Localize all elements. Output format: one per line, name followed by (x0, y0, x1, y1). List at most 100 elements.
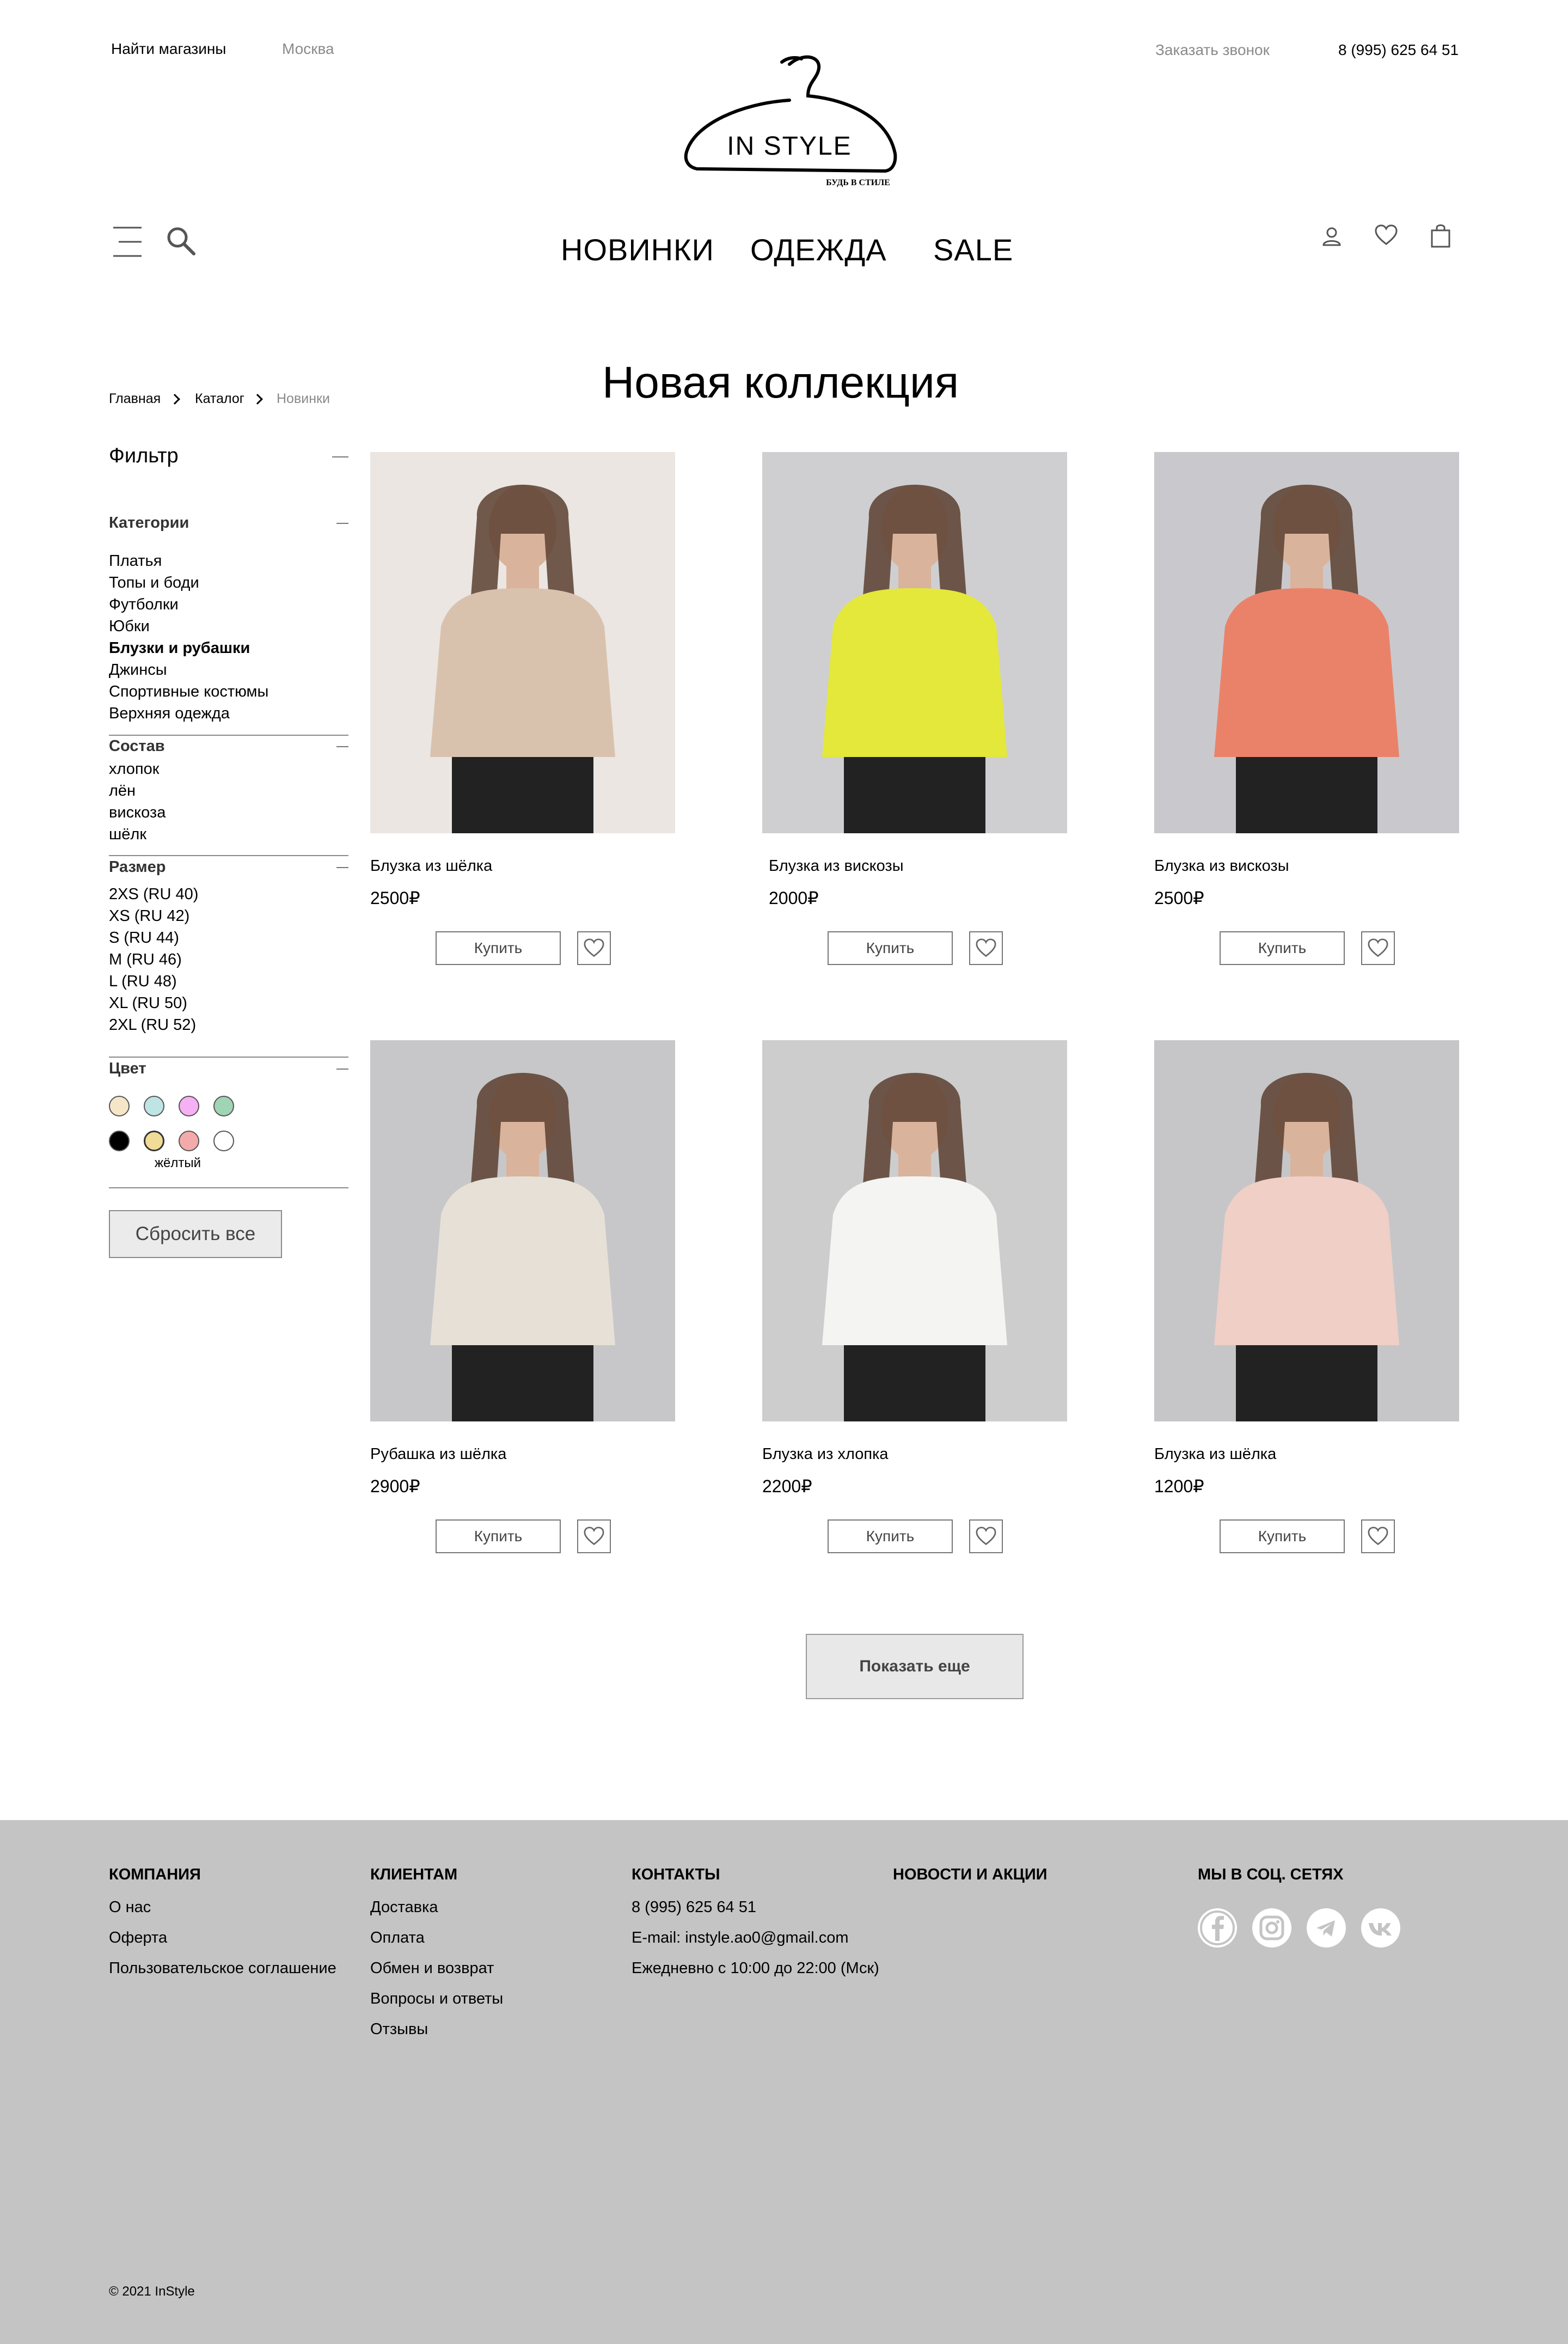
color-swatch[interactable] (144, 1131, 164, 1151)
size-item[interactable]: S (RU 44) (109, 927, 198, 949)
color-swatch[interactable] (179, 1131, 199, 1151)
buy-button[interactable]: Купить (436, 1519, 561, 1553)
breadcrumb-home[interactable]: Главная (109, 391, 161, 407)
favorites-icon[interactable] (1373, 223, 1399, 247)
product-image[interactable] (1154, 452, 1459, 833)
categories-list: Платья Топы и боди Футболки Юбки Блузки … (109, 550, 268, 724)
size-item[interactable]: 2XL (RU 52) (109, 1014, 198, 1036)
logo[interactable]: IN STYLE БУДЬ В СТИЛЕ (681, 50, 898, 192)
nav-item-new[interactable]: НОВИНКИ (561, 232, 714, 267)
copyright: © 2021 InStyle (109, 2284, 195, 2299)
category-item[interactable]: Верхняя одежда (109, 703, 268, 724)
nav-item-clothing[interactable]: ОДЕЖДА (750, 232, 887, 267)
menu-icon[interactable] (111, 224, 144, 259)
color-swatch[interactable] (213, 1096, 234, 1116)
color-swatch[interactable] (213, 1131, 234, 1151)
breadcrumb-catalog[interactable]: Каталог (195, 391, 244, 407)
footer-link[interactable]: Доставка (370, 1899, 438, 1916)
find-stores-link[interactable]: Найти магазины (111, 40, 226, 58)
city-selector[interactable]: Москва (282, 40, 334, 58)
product-image[interactable] (1154, 1040, 1459, 1421)
category-item-active[interactable]: Блузки и рубашки (109, 637, 268, 659)
size-title: Размер (109, 858, 166, 876)
product-name[interactable]: Блузка из вискозы (769, 857, 904, 875)
divider (109, 735, 348, 736)
product-name[interactable]: Блузка из хлопка (762, 1445, 889, 1463)
account-icon[interactable] (1320, 224, 1344, 248)
category-item[interactable]: Платья (109, 550, 268, 572)
product-image[interactable] (762, 452, 1067, 833)
add-to-favorites-heart-icon[interactable] (577, 1519, 611, 1553)
footer-link[interactable]: Вопросы и ответы (370, 1990, 503, 2008)
social-title: МЫ В СОЦ. СЕТЯХ (1198, 1866, 1344, 1883)
color-swatch[interactable] (109, 1131, 130, 1151)
composition-item[interactable]: шёлк (109, 823, 166, 845)
composition-item[interactable]: лён (109, 780, 166, 802)
footer-link[interactable]: Отзывы (370, 2021, 428, 2038)
category-item[interactable]: Джинсы (109, 659, 268, 681)
vk-icon[interactable] (1361, 1908, 1400, 1948)
buy-button[interactable]: Купить (828, 1519, 953, 1553)
product-image[interactable] (370, 452, 675, 833)
product-name[interactable]: Блузка из шёлка (370, 857, 492, 875)
buy-button[interactable]: Купить (828, 931, 953, 965)
size-collapse-icon[interactable] (336, 867, 348, 868)
size-item[interactable]: 2XS (RU 40) (109, 883, 198, 905)
nav-item-sale[interactable]: SALE (933, 232, 1013, 267)
add-to-favorites-heart-icon[interactable] (969, 931, 1003, 965)
add-to-favorites-heart-icon[interactable] (1361, 1519, 1395, 1553)
categories-collapse-icon[interactable] (336, 523, 348, 524)
filter-collapse-icon[interactable] (332, 456, 348, 457)
footer-link[interactable]: О нас (109, 1899, 151, 1916)
footer-column-title: КОНТАКТЫ (632, 1866, 720, 1883)
composition-item[interactable]: вискоза (109, 802, 166, 823)
product-image[interactable] (370, 1040, 675, 1421)
product-image[interactable] (762, 1040, 1067, 1421)
buy-button[interactable]: Купить (1220, 931, 1345, 965)
telegram-icon[interactable] (1307, 1908, 1346, 1948)
footer-column-title: КОМПАНИЯ (109, 1866, 201, 1883)
add-to-favorites-heart-icon[interactable] (1361, 931, 1395, 965)
order-call-link[interactable]: Заказать звонок (1155, 41, 1270, 59)
footer-link[interactable]: 8 (995) 625 64 51 (632, 1899, 756, 1916)
footer-column-title: КЛИЕНТАМ (370, 1866, 458, 1883)
facebook-icon[interactable] (1198, 1908, 1237, 1948)
footer-link[interactable]: Ежедневно с 10:00 до 22:00 (Мск) (632, 1960, 879, 1977)
show-more-button[interactable]: Показать еще (806, 1634, 1024, 1699)
color-swatch[interactable] (144, 1096, 164, 1116)
composition-collapse-icon[interactable] (336, 746, 348, 747)
footer-link[interactable]: E-mail: instyle.ao0@gmail.com (632, 1929, 849, 1947)
search-icon[interactable] (166, 225, 196, 256)
product-name[interactable]: Блузка из шёлка (1154, 1445, 1276, 1463)
category-item[interactable]: Юбки (109, 615, 268, 637)
size-item[interactable]: L (RU 48) (109, 970, 198, 992)
product-name[interactable]: Рубашка из шёлка (370, 1445, 506, 1463)
buy-button[interactable]: Купить (436, 931, 561, 965)
add-to-favorites-heart-icon[interactable] (577, 931, 611, 965)
cart-bag-icon[interactable] (1429, 222, 1453, 248)
instagram-icon[interactable] (1252, 1908, 1291, 1948)
filter-title: Фильтр (109, 444, 179, 467)
footer-link[interactable]: Оплата (370, 1929, 425, 1947)
composition-item[interactable]: хлопок (109, 758, 166, 780)
category-item[interactable]: Топы и боди (109, 572, 268, 594)
add-to-favorites-heart-icon[interactable] (969, 1519, 1003, 1553)
size-item[interactable]: XS (RU 42) (109, 905, 198, 927)
category-item[interactable]: Футболки (109, 594, 268, 615)
size-item[interactable]: XL (RU 50) (109, 992, 198, 1014)
color-swatch[interactable] (179, 1096, 199, 1116)
product-price: 2200₽ (762, 1476, 812, 1496)
color-collapse-icon[interactable] (336, 1069, 348, 1070)
divider (109, 1057, 348, 1058)
color-swatch[interactable] (109, 1096, 130, 1116)
footer-link[interactable]: Обмен и возврат (370, 1960, 494, 1977)
footer-link[interactable]: Оферта (109, 1929, 167, 1947)
footer-link[interactable]: Пользовательское соглашение (109, 1960, 336, 1977)
footer (0, 1820, 1568, 2344)
product-name[interactable]: Блузка из вискозы (1154, 857, 1289, 875)
category-item[interactable]: Спортивные костюмы (109, 681, 268, 703)
size-item[interactable]: M (RU 46) (109, 949, 198, 970)
reset-filters-button[interactable]: Сбросить все (109, 1210, 282, 1258)
buy-button[interactable]: Купить (1220, 1519, 1345, 1553)
phone-link[interactable]: 8 (995) 625 64 51 (1338, 41, 1459, 59)
